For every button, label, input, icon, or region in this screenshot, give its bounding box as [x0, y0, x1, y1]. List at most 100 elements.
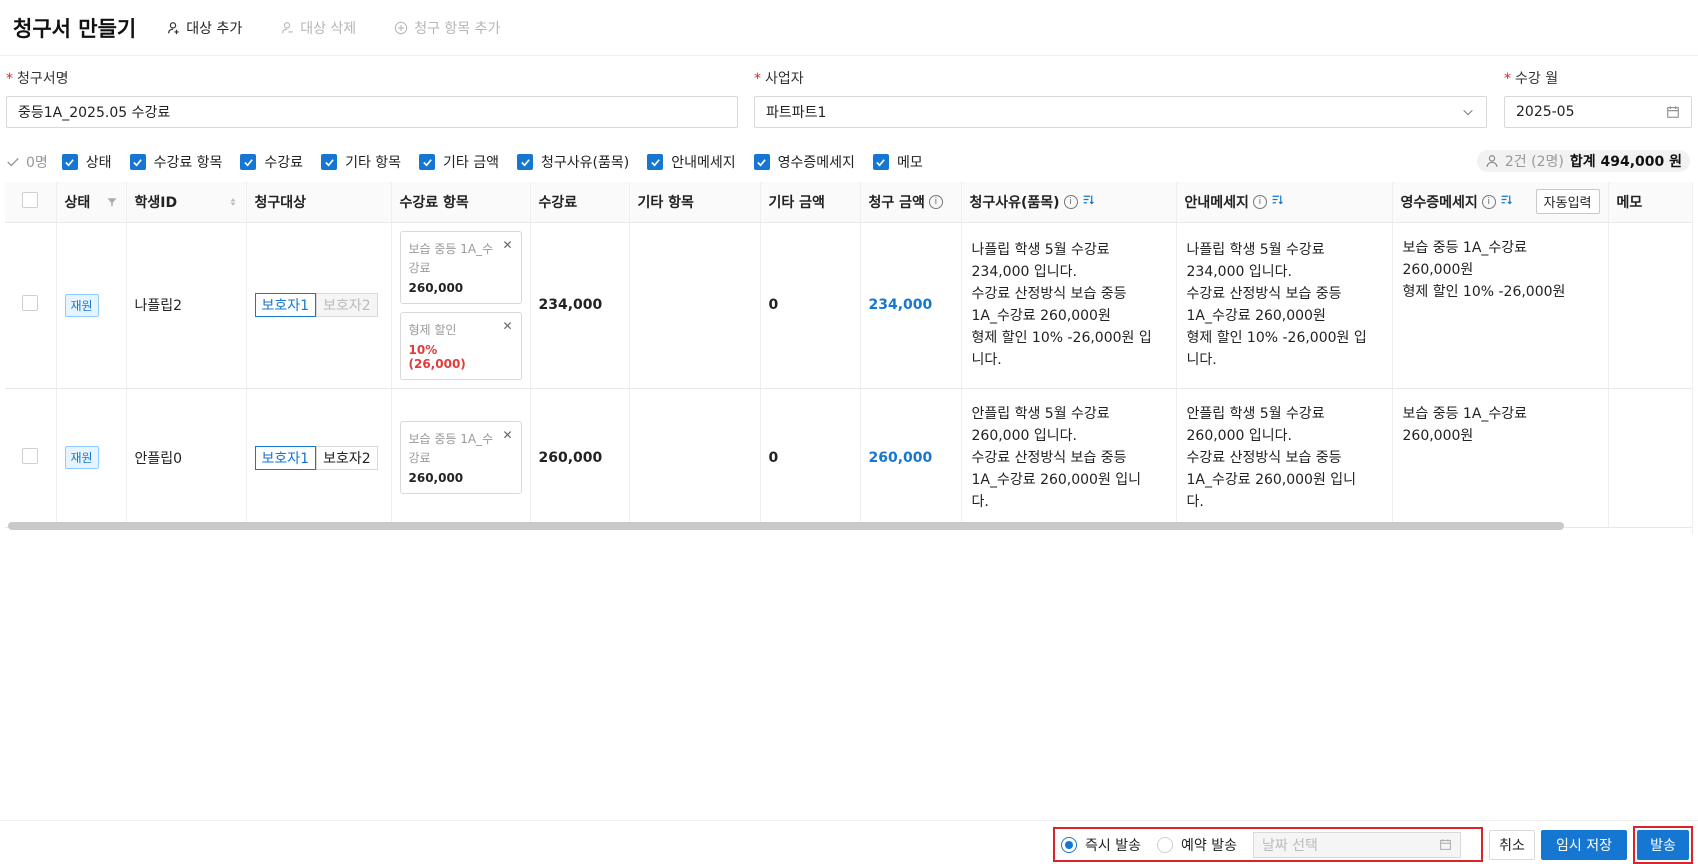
immediate-send-radio[interactable]: 즉시 발송: [1061, 835, 1141, 855]
col-fee-items: 수강료 항목: [391, 182, 531, 223]
row-checkbox[interactable]: [22, 447, 39, 464]
memo-cell[interactable]: [1608, 388, 1692, 528]
calendar-icon: [1667, 106, 1679, 118]
memo-cell[interactable]: [1608, 222, 1692, 389]
info-icon[interactable]: i: [1481, 194, 1496, 209]
student-id: 안플립0: [126, 388, 247, 528]
send-option-group: 즉시 발송 예약 발송 날짜 선택: [1053, 827, 1483, 862]
sort-lines-icon[interactable]: [1500, 193, 1513, 210]
delete-target-button[interactable]: 대상 삭제: [280, 18, 356, 38]
col-notice: 안내메세지 i: [1176, 182, 1393, 223]
col-student-id[interactable]: 학생ID: [126, 182, 247, 223]
toggle-fee[interactable]: 수강료: [240, 152, 303, 172]
toggle-other-items[interactable]: 기타 항목: [321, 152, 401, 172]
guardian2-button[interactable]: 보호자2: [316, 293, 378, 317]
sort-icon[interactable]: [228, 196, 238, 208]
check-icon: [7, 158, 19, 167]
temp-save-button[interactable]: 임시 저장: [1541, 830, 1627, 860]
notice-text[interactable]: 나플립 학생 5월 수강료 234,000 입니다. 수강료 산정방식 보습 중…: [1176, 222, 1393, 389]
col-target: 청구대상: [246, 182, 392, 223]
col-memo: 메모: [1608, 182, 1692, 223]
fee-value: 260,000: [530, 388, 630, 528]
guardian1-button[interactable]: 보호자1: [254, 445, 317, 470]
month-picker[interactable]: 2025-05: [1504, 96, 1692, 128]
notice-text[interactable]: 안플립 학생 5월 수강료 260,000 입니다. 수강료 산정방식 보습 중…: [1176, 388, 1393, 528]
user-icon: [1486, 155, 1498, 167]
cancel-button[interactable]: 취소: [1489, 830, 1535, 860]
other-amount[interactable]: 0: [760, 388, 861, 528]
selected-count: 0명: [6, 152, 48, 172]
toggle-memo[interactable]: 메모: [872, 152, 923, 172]
other-amount[interactable]: 0: [760, 222, 861, 389]
month-label: 수강 월: [1515, 71, 1559, 87]
invoice-name-input[interactable]: 중등1A_2025.05 수강료: [6, 96, 738, 128]
other-items-cell[interactable]: [629, 388, 761, 528]
send-button[interactable]: 발송: [1637, 830, 1689, 860]
info-icon[interactable]: i: [1252, 194, 1267, 209]
checkbox-checked-icon: [517, 154, 534, 170]
col-other-items: 기타 항목: [629, 182, 761, 223]
schedule-date-picker[interactable]: 날짜 선택: [1252, 831, 1461, 858]
plus-circle-icon: [394, 21, 408, 34]
col-bill-amount: 청구 금액 i: [860, 182, 962, 223]
toggle-notice[interactable]: 안내메세지: [647, 152, 736, 172]
info-icon[interactable]: i: [928, 194, 943, 209]
receipt-text[interactable]: 보습 중등 1A_수강료 260,000원 형제 할인 10% -26,000원: [1392, 222, 1609, 389]
table-row: 재원 나플립2 보호자1 보호자2 보습 중등 1A_수강료 260,000 ✕ …: [5, 222, 1692, 389]
other-items-cell[interactable]: [629, 222, 761, 389]
student-id: 나플립2: [126, 222, 247, 389]
discount-item-card[interactable]: 형제 할인 10% (26,000) ✕: [399, 311, 522, 380]
guardian2-button[interactable]: 보호자2: [316, 445, 378, 470]
filter-icon[interactable]: [106, 196, 118, 208]
invoice-form: * 청구서명 중등1A_2025.05 수강료 * 사업자 파트파트1 * 수강 월 …: [0, 68, 1698, 138]
row-checkbox[interactable]: [22, 295, 39, 311]
col-fee: 수강료: [530, 182, 630, 223]
summary-badge: 2건 (2명) 합계 494,000 원: [1476, 150, 1690, 172]
sort-lines-icon[interactable]: [1082, 193, 1095, 210]
table-row: 재원 안플립0 보호자1 보호자2 보습 중등 1A_수강료 260,000 ✕ …: [5, 388, 1692, 528]
add-billing-item-button[interactable]: 청구 항목 추가: [394, 18, 500, 38]
fee-value: 234,000: [530, 222, 630, 389]
summary-total: 합계 494,000 원: [1569, 154, 1682, 170]
toggle-fee-items[interactable]: 수강료 항목: [129, 152, 222, 172]
calendar-icon: [1440, 839, 1451, 850]
checkbox-checked-icon: [129, 154, 146, 170]
add-target-button[interactable]: 대상 추가: [166, 18, 242, 38]
checkbox-checked-icon: [753, 154, 770, 170]
page-title: 청구서 만들기: [13, 16, 137, 41]
col-other-amount: 기타 금액: [760, 182, 861, 223]
scheduled-send-radio[interactable]: 예약 발송: [1156, 835, 1237, 855]
horizontal-scrollbar[interactable]: [8, 522, 1564, 530]
auto-input-button[interactable]: 자동입력: [1535, 189, 1600, 215]
close-icon[interactable]: ✕: [502, 428, 512, 442]
add-user-icon: [168, 21, 179, 34]
month-group: * 수강 월 2025-05: [1504, 68, 1692, 128]
toggle-other-amount[interactable]: 기타 금액: [419, 152, 499, 172]
radio-selected-icon: [1061, 836, 1077, 853]
info-icon[interactable]: i: [1063, 194, 1078, 209]
business-select[interactable]: 파트파트1: [754, 96, 1487, 128]
fee-item-card[interactable]: 보습 중등 1A_수강료 260,000 ✕: [399, 421, 522, 494]
receipt-text[interactable]: 보습 중등 1A_수강료 260,000원: [1392, 388, 1609, 528]
reason-text[interactable]: 나플립 학생 5월 수강료 234,000 입니다. 수강료 산정방식 보습 중…: [961, 222, 1177, 389]
reason-text[interactable]: 안플립 학생 5월 수강료 260,000 입니다. 수강료 산정방식 보습 중…: [961, 388, 1177, 528]
select-all-checkbox[interactable]: [22, 191, 39, 208]
col-reason: 청구사유(품목) i: [961, 182, 1177, 223]
guardian1-button[interactable]: 보호자1: [254, 293, 317, 317]
guardian-toggle: 보호자1 보호자2: [254, 293, 378, 317]
checkbox-checked-icon: [240, 154, 257, 170]
checkbox-checked-icon: [321, 154, 338, 170]
radio-empty-icon: [1156, 836, 1173, 853]
toggle-receipt[interactable]: 영수증메세지: [753, 152, 855, 172]
toggle-status[interactable]: 상태: [61, 152, 112, 172]
close-icon[interactable]: ✕: [502, 238, 512, 252]
footer-bar: 즉시 발송 예약 발송 날짜 선택 취소 임시 저장 발송: [0, 820, 1698, 864]
sort-lines-icon[interactable]: [1271, 193, 1284, 210]
invoice-table: 상태 학생ID 청구대상 수강료 항목 수강료 기타 항목 기타 금액 청구 금…: [5, 182, 1693, 534]
fee-item-card[interactable]: 보습 중등 1A_수강료 260,000 ✕: [399, 230, 522, 304]
checkbox-checked-icon: [61, 154, 78, 170]
col-status[interactable]: 상태: [56, 182, 127, 223]
toggle-reason[interactable]: 청구사유(품목): [517, 152, 629, 172]
close-icon[interactable]: ✕: [502, 319, 512, 333]
add-target-label: 대상 추가: [186, 20, 243, 37]
